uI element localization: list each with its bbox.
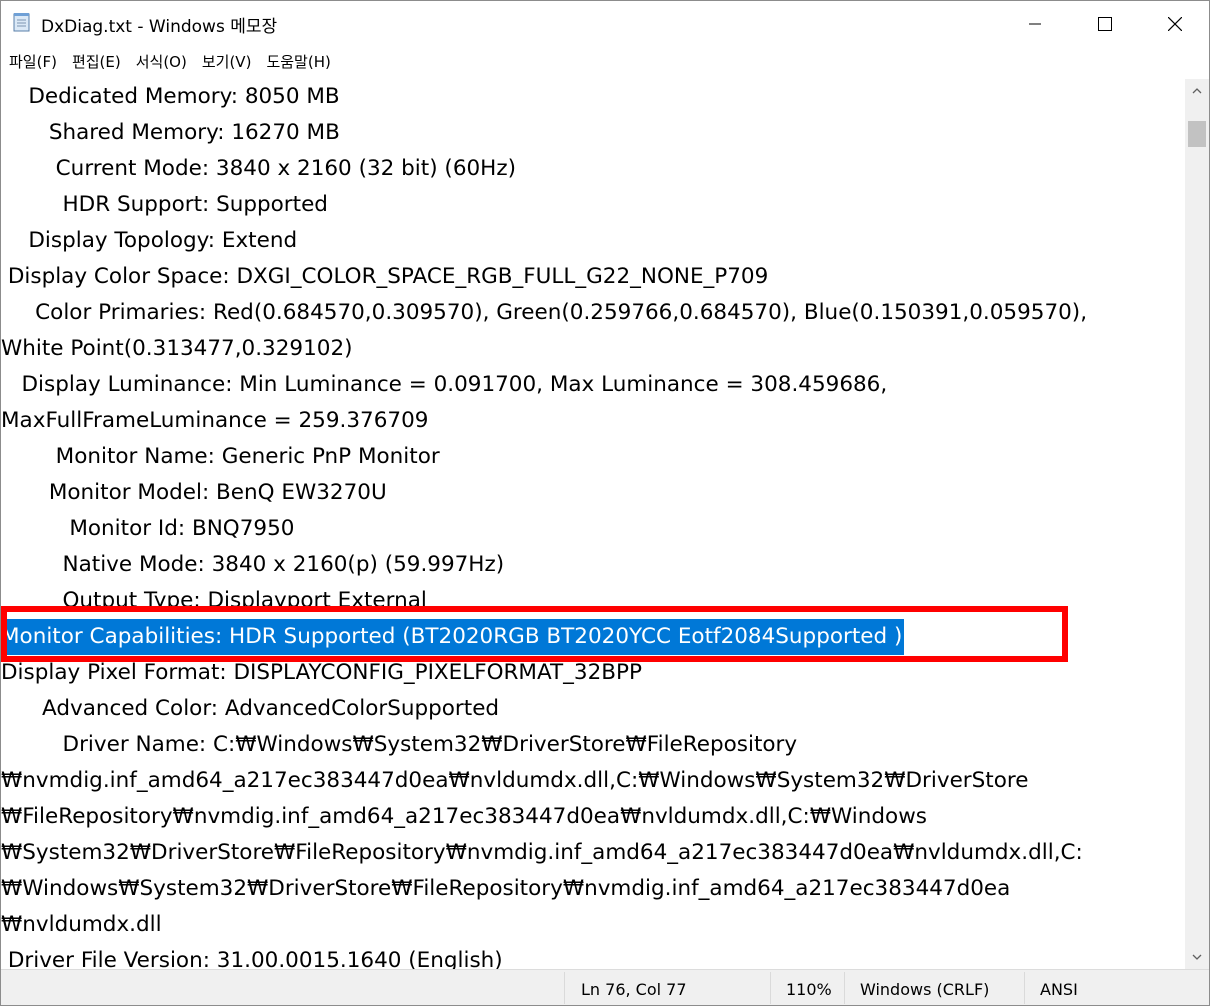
menu-help[interactable]: 도움말(H) [258, 48, 337, 76]
text-line: ₩nvldumdx.dll [1, 912, 162, 937]
scroll-thumb[interactable] [1188, 121, 1206, 147]
status-separator [1024, 972, 1025, 1004]
status-line-ending: Windows (CRLF) [860, 980, 990, 999]
text-editor[interactable]: Dedicated Memory: 8050 MB Shared Memory:… [1, 79, 1185, 969]
text-line: White Point(0.313477,0.329102) [1, 336, 353, 361]
text-line: Native Mode: 3840 x 2160(p) (59.997Hz) [1, 552, 505, 577]
minimize-icon [1029, 23, 1041, 24]
text-line: HDR Support: Supported [1, 192, 328, 217]
scroll-up-button[interactable] [1185, 79, 1209, 103]
text-line: Shared Memory: 16270 MB [1, 120, 340, 145]
menu-bar: 파일(F) 편집(E) 서식(O) 보기(V) 도움말(H) [1, 48, 338, 76]
maximize-icon [1098, 16, 1112, 31]
text-line: Current Mode: 3840 x 2160 (32 bit) (60Hz… [1, 156, 517, 181]
text-line: Display Luminance: Min Luminance = 0.091… [1, 372, 888, 397]
menu-edit[interactable]: 편집(E) [64, 48, 128, 76]
text-line: ₩Windows₩System32₩DriverStore₩FileReposi… [1, 876, 1011, 901]
chevron-up-icon [1192, 88, 1202, 94]
status-bar: Ln 76, Col 77 110% Windows (CRLF) ANSI [1, 969, 1209, 1005]
window-title: DxDiag.txt - Windows 메모장 [41, 17, 278, 37]
text-line: Advanced Color: AdvancedColorSupported [1, 696, 500, 721]
text-line: Driver Name: C:₩Windows₩System32₩DriverS… [1, 732, 798, 757]
text-line: ₩System32₩DriverStore₩FileRepository₩nvm… [1, 840, 1083, 865]
text-line: MaxFullFrameLuminance = 259.376709 [1, 408, 429, 433]
menu-format[interactable]: 서식(O) [128, 48, 194, 76]
notepad-window: DxDiag.txt - Windows 메모장 파일(F) 편집(E) 서식(… [0, 0, 1210, 1006]
menu-view[interactable]: 보기(V) [194, 48, 259, 76]
text-line: Color Primaries: Red(0.684570,0.309570),… [1, 300, 1088, 325]
minimize-button[interactable] [1000, 1, 1070, 46]
text-line: Display Color Space: DXGI_COLOR_SPACE_RG… [1, 264, 769, 289]
text-line: Monitor Model: BenQ EW3270U [1, 480, 387, 505]
text-line: Monitor Name: Generic PnP Monitor [1, 444, 440, 469]
text-line: Dedicated Memory: 8050 MB [1, 84, 340, 109]
text-line: ₩nvmdig.inf_amd64_a217ec383447d0ea₩nvldu… [1, 768, 1029, 793]
status-encoding: ANSI [1040, 980, 1078, 999]
status-zoom: 110% [786, 980, 832, 999]
status-separator [770, 972, 771, 1004]
menu-file[interactable]: 파일(F) [1, 48, 64, 76]
highlight-box [1, 606, 1068, 662]
close-button[interactable] [1140, 1, 1209, 46]
text-line: Driver File Version: 31.00.0015.1640 (En… [1, 948, 503, 969]
text-line: ₩FileRepository₩nvmdig.inf_amd64_a217ec3… [1, 804, 927, 829]
text-line: Display Topology: Extend [1, 228, 298, 253]
status-position: Ln 76, Col 77 [581, 980, 687, 999]
status-separator [564, 972, 565, 1004]
text-line: Monitor Id: BNQ7950 [1, 516, 295, 541]
maximize-button[interactable] [1070, 1, 1140, 46]
status-separator [844, 972, 845, 1004]
title-bar[interactable]: DxDiag.txt - Windows 메모장 [1, 1, 1209, 46]
scroll-down-button[interactable] [1185, 945, 1209, 969]
notepad-icon [13, 13, 30, 32]
chevron-down-icon [1192, 954, 1202, 960]
close-icon [1168, 16, 1182, 31]
vertical-scrollbar[interactable] [1185, 79, 1209, 969]
